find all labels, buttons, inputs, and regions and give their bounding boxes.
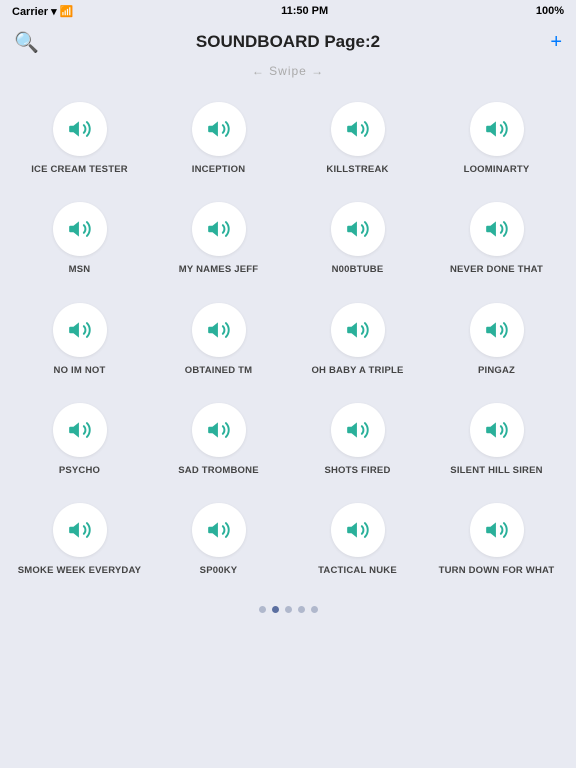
search-icon[interactable]: 🔍 [14,30,39,55]
page-dot[interactable] [259,606,266,613]
sound-label: KILLSTREAK [326,164,388,176]
sound-label: OBTAINED TM [185,365,252,377]
sound-item[interactable]: SP00KY [149,491,288,591]
speaker-icon [67,216,93,242]
page-dot[interactable] [272,606,279,613]
sound-label: SMOKE WEEK EVERYDAY [18,565,141,577]
sound-item[interactable]: PSYCHO [10,391,149,491]
sound-circle [192,503,246,557]
sound-item[interactable]: N00BTUBE [288,190,427,290]
speaker-icon [206,216,232,242]
sound-label: TACTICAL NUKE [318,565,397,577]
sound-label: MSN [69,264,91,276]
sound-label: ICE CREAM TESTER [31,164,128,176]
page-dot[interactable] [298,606,305,613]
sound-circle [53,303,107,357]
sound-label: INCEPTION [192,164,246,176]
sound-circle [192,303,246,357]
sound-label: NEVER DONE THAT [450,264,543,276]
speaker-icon [206,317,232,343]
page-dots [0,596,576,619]
swipe-hint: ← Swipe → [0,62,576,86]
page-dot[interactable] [311,606,318,613]
sound-label: N00BTUBE [332,264,384,276]
header: 🔍 SOUNDBOARD Page:2 + [0,22,576,62]
sound-circle [470,303,524,357]
sound-label: SHOTS FIRED [324,465,390,477]
speaker-icon [484,517,510,543]
sound-circle [192,202,246,256]
sound-item[interactable]: NEVER DONE THAT [427,190,566,290]
sound-label: SILENT HILL SIREN [450,465,542,477]
sound-item[interactable]: MSN [10,190,149,290]
carrier-label: Carrier ▾ 📶 [12,5,73,18]
sound-item[interactable]: PINGAZ [427,291,566,391]
sound-circle [331,102,385,156]
sound-item[interactable]: INCEPTION [149,90,288,190]
sound-circle [331,303,385,357]
speaker-icon [484,116,510,142]
sound-item[interactable]: LOOMINARTY [427,90,566,190]
sound-circle [470,202,524,256]
sound-circle [470,403,524,457]
sound-label: PSYCHO [59,465,100,477]
sound-circle [470,503,524,557]
sound-label: PINGAZ [478,365,515,377]
speaker-icon [67,116,93,142]
sound-item[interactable]: SILENT HILL SIREN [427,391,566,491]
battery-label: 100% [536,5,564,17]
speaker-icon [345,216,371,242]
speaker-icon [484,216,510,242]
sound-item[interactable]: OH BABY A TRIPLE [288,291,427,391]
sound-item[interactable]: ICE CREAM TESTER [10,90,149,190]
sound-label: LOOMINARTY [464,164,530,176]
sound-circle [53,403,107,457]
page-title: SOUNDBOARD Page:2 [196,32,380,52]
sound-item[interactable]: SMOKE WEEK EVERYDAY [10,491,149,591]
time-label: 11:50 PM [281,5,328,17]
sound-circle [192,102,246,156]
sound-circle [192,403,246,457]
sound-item[interactable]: SHOTS FIRED [288,391,427,491]
page-dot[interactable] [285,606,292,613]
sound-grid: ICE CREAM TESTER INCEPTION KILLSTREAK LO… [0,86,576,596]
sound-circle [331,202,385,256]
speaker-icon [206,517,232,543]
sound-item[interactable]: NO IM NOT [10,291,149,391]
speaker-icon [345,417,371,443]
add-button[interactable]: + [550,31,562,54]
sound-label: SAD TROMBONE [178,465,259,477]
sound-circle [53,202,107,256]
sound-item[interactable]: KILLSTREAK [288,90,427,190]
sound-circle [331,503,385,557]
speaker-icon [345,317,371,343]
sound-circle [53,102,107,156]
sound-label: MY NAMES JEFF [179,264,259,276]
sound-circle [53,503,107,557]
speaker-icon [67,517,93,543]
speaker-icon [484,417,510,443]
speaker-icon [67,417,93,443]
sound-label: NO IM NOT [54,365,106,377]
sound-circle [470,102,524,156]
speaker-icon [67,317,93,343]
sound-circle [331,403,385,457]
sound-item[interactable]: TURN DOWN FOR WHAT [427,491,566,591]
speaker-icon [345,517,371,543]
speaker-icon [206,116,232,142]
speaker-icon [345,116,371,142]
sound-item[interactable]: MY NAMES JEFF [149,190,288,290]
sound-item[interactable]: SAD TROMBONE [149,391,288,491]
status-bar: Carrier ▾ 📶 11:50 PM 100% [0,0,576,22]
sound-label: OH BABY A TRIPLE [311,365,403,377]
speaker-icon [206,417,232,443]
sound-label: TURN DOWN FOR WHAT [439,565,555,577]
sound-item[interactable]: TACTICAL NUKE [288,491,427,591]
speaker-icon [484,317,510,343]
sound-label: SP00KY [200,565,238,577]
sound-item[interactable]: OBTAINED TM [149,291,288,391]
